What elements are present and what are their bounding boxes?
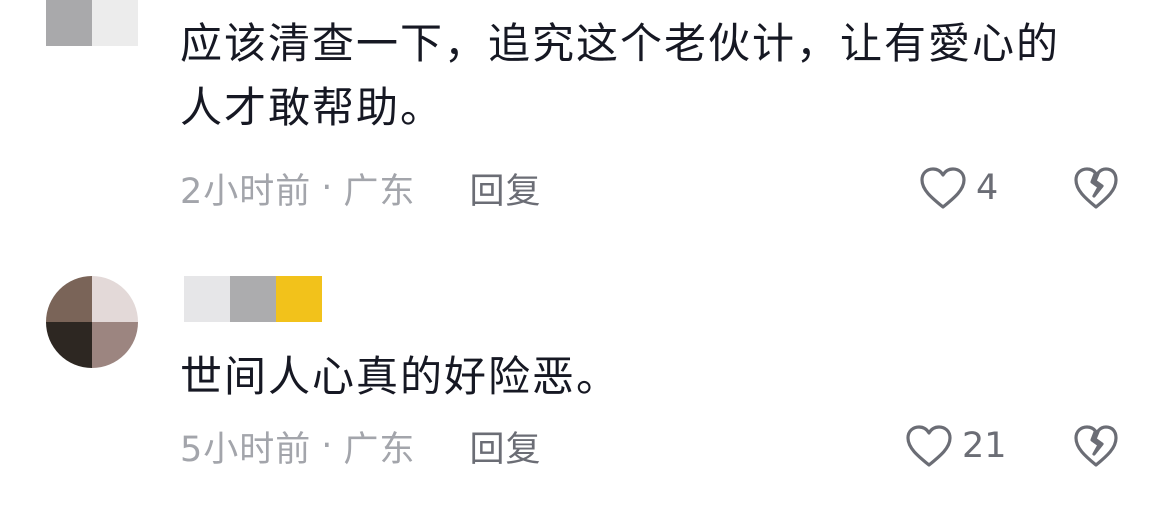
heart-outline-icon [904,423,954,469]
dislike-button[interactable] [1072,165,1120,213]
comment-text: 应该清查一下，追究这个老伙计，让有愛心的人才敢帮助。 [180,19,1061,132]
dislike-button[interactable] [1072,423,1120,471]
username-mosaic-block [276,276,322,322]
avatar-mosaic [92,276,138,322]
comment-time: 2小时前 [180,171,312,212]
comment-meta: 2小时前 · 广东 回复 [180,163,541,213]
avatar-mosaic [46,0,92,46]
avatar[interactable] [46,276,138,368]
like-count: 4 [976,168,999,208]
comment-item: 应该清查一下，追究这个老伙计，让有愛心的人才敢帮助。 2小时前 · 广东 回复 … [0,0,1170,230]
comment-item: 世间人心真的好险恶。 5小时前 · 广东 回复 21 [0,260,1170,516]
meta-separator: · [321,426,334,466]
avatar-mosaic [46,322,92,368]
username-mosaic-block [230,276,276,322]
meta-separator: · [321,168,334,208]
comment-time: 5小时前 [180,429,312,470]
avatar-mosaic [92,0,138,46]
comment-location: 广东 [343,171,416,212]
comment-location: 广东 [343,429,416,470]
comment-text: 世间人心真的好险恶。 [180,352,621,401]
broken-heart-icon [1072,165,1120,211]
reply-button[interactable]: 回复 [469,163,541,214]
avatar-mosaic [92,322,138,368]
avatar[interactable] [46,0,138,46]
like-count: 21 [962,426,1007,466]
like-button[interactable]: 21 [904,421,1007,471]
username[interactable] [184,276,322,322]
broken-heart-icon [1072,423,1120,469]
avatar-mosaic [46,276,92,322]
comment-meta: 5小时前 · 广东 回复 [180,421,541,471]
username-mosaic-block [184,276,230,322]
reply-button[interactable]: 回复 [469,421,541,472]
like-button[interactable]: 4 [918,163,998,213]
heart-outline-icon [918,165,968,211]
